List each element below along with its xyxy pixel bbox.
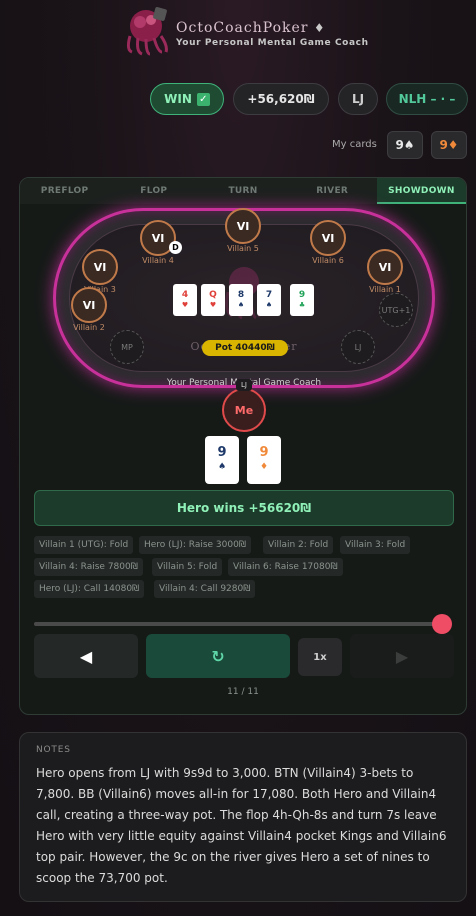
game-type-pill: NLH – · – xyxy=(386,83,468,115)
action-chip: Villain 5: Fold xyxy=(152,558,223,576)
octopus-logo-icon xyxy=(126,7,168,56)
timeline-slider-thumb[interactable] xyxy=(432,614,452,634)
triangle-right-icon: ▶ xyxy=(395,646,409,666)
check-icon: ✓ xyxy=(196,92,210,106)
brand-name: OctoCoachPoker ♦ xyxy=(176,20,326,36)
timeline-slider-track[interactable] xyxy=(34,622,442,626)
brand-header: OctoCoachPoker ♦ Your Personal Mental Ga… xyxy=(120,6,380,56)
empty-seat-lj[interactable]: LJ xyxy=(341,330,375,364)
brand-tagline: Your Personal Mental Game Coach xyxy=(176,38,369,48)
action-chip: Villain 4: Raise 7800₪ xyxy=(34,558,143,576)
notes-panel: NOTES Hero opens from LJ with 9s9d to 3,… xyxy=(19,732,467,902)
triangle-left-icon: ◀ xyxy=(79,646,93,666)
empty-seat-utg1[interactable]: UTG+1 xyxy=(379,293,413,327)
action-chip: Hero (LJ): Call 14080₪ xyxy=(34,580,145,598)
seat-villain-3[interactable]: VI xyxy=(82,249,118,285)
action-chip: Villain 3: Fold xyxy=(340,536,411,554)
tab-river[interactable]: RIVER xyxy=(288,178,377,204)
tab-flop[interactable]: FLOP xyxy=(109,178,198,204)
next-step-button[interactable]: ▶ xyxy=(350,634,454,678)
seat-villain-5[interactable]: VI xyxy=(225,208,261,244)
action-chip: Villain 4: Call 9280₪ xyxy=(154,580,256,598)
pot-badge: Pot 40440₪ xyxy=(202,340,288,356)
result-pill: WIN ✓ xyxy=(150,83,224,115)
dealer-button: D xyxy=(169,241,182,254)
hero-card-2: 9 ♦ xyxy=(247,436,281,484)
seat-villain-1[interactable]: VI xyxy=(367,249,403,285)
notes-body: Hero opens from LJ with 9s9d to 3,000. B… xyxy=(36,766,447,885)
my-card-1: 9 ♠ xyxy=(387,131,423,159)
hero-seat[interactable]: Me xyxy=(222,388,266,432)
hero-card-1: 9 ♠ xyxy=(205,436,239,484)
board-card-5: 9 ♣ xyxy=(290,284,314,316)
seat-label-villain-6: Villain 6 xyxy=(312,256,344,265)
empty-seat-mp[interactable]: MP xyxy=(110,330,144,364)
notes-title: NOTES xyxy=(36,745,71,755)
my-card-2: 9 ♦ xyxy=(431,131,467,159)
replay-icon: ↻ xyxy=(211,646,225,666)
hero-position-badge: LJ xyxy=(236,379,252,391)
position-pill: LJ xyxy=(338,83,378,115)
tab-preflop[interactable]: PREFLOP xyxy=(20,178,109,204)
amount-pill: +56,620₪ xyxy=(233,83,329,115)
speed-button[interactable]: 1x xyxy=(298,638,342,676)
result-banner: Hero wins +56620₪ xyxy=(34,490,454,526)
step-counter: 11 / 11 xyxy=(227,687,259,697)
action-chip: Villain 6: Raise 17080₪ xyxy=(228,558,343,576)
board-card-4: 7 ♠ xyxy=(257,284,281,316)
seat-label-villain-5: Villain 5 xyxy=(227,244,259,253)
seat-label-villain-1: Villain 1 xyxy=(369,285,401,294)
tab-turn[interactable]: TURN xyxy=(198,178,287,204)
board-card-3: 8 ♠ xyxy=(229,284,253,316)
previous-step-button[interactable]: ◀ xyxy=(34,634,138,678)
street-tabs: PREFLOP FLOP TURN RIVER SHOWDOWN xyxy=(20,178,466,204)
seat-villain-6[interactable]: VI xyxy=(310,220,346,256)
seat-villain-2[interactable]: VI xyxy=(71,287,107,323)
seat-label-villain-4: Villain 4 xyxy=(142,256,174,265)
action-chip: Villain 1 (UTG): Fold xyxy=(34,536,134,554)
my-cards-label: My cards xyxy=(332,139,377,150)
tab-showdown[interactable]: SHOWDOWN xyxy=(376,178,466,204)
board-card-1: 4 ♥ xyxy=(173,284,197,316)
hand-replay-panel: PREFLOP FLOP TURN RIVER SHOWDOWN OctoCoa… xyxy=(19,177,467,715)
action-chip: Villain 2: Fold xyxy=(263,536,334,554)
board-card-2: Q ♥ xyxy=(201,284,225,316)
replay-button[interactable]: ↻ xyxy=(146,634,290,678)
seat-label-villain-2: Villain 2 xyxy=(73,323,105,332)
action-chip: Hero (LJ): Raise 3000₪ xyxy=(139,536,251,554)
